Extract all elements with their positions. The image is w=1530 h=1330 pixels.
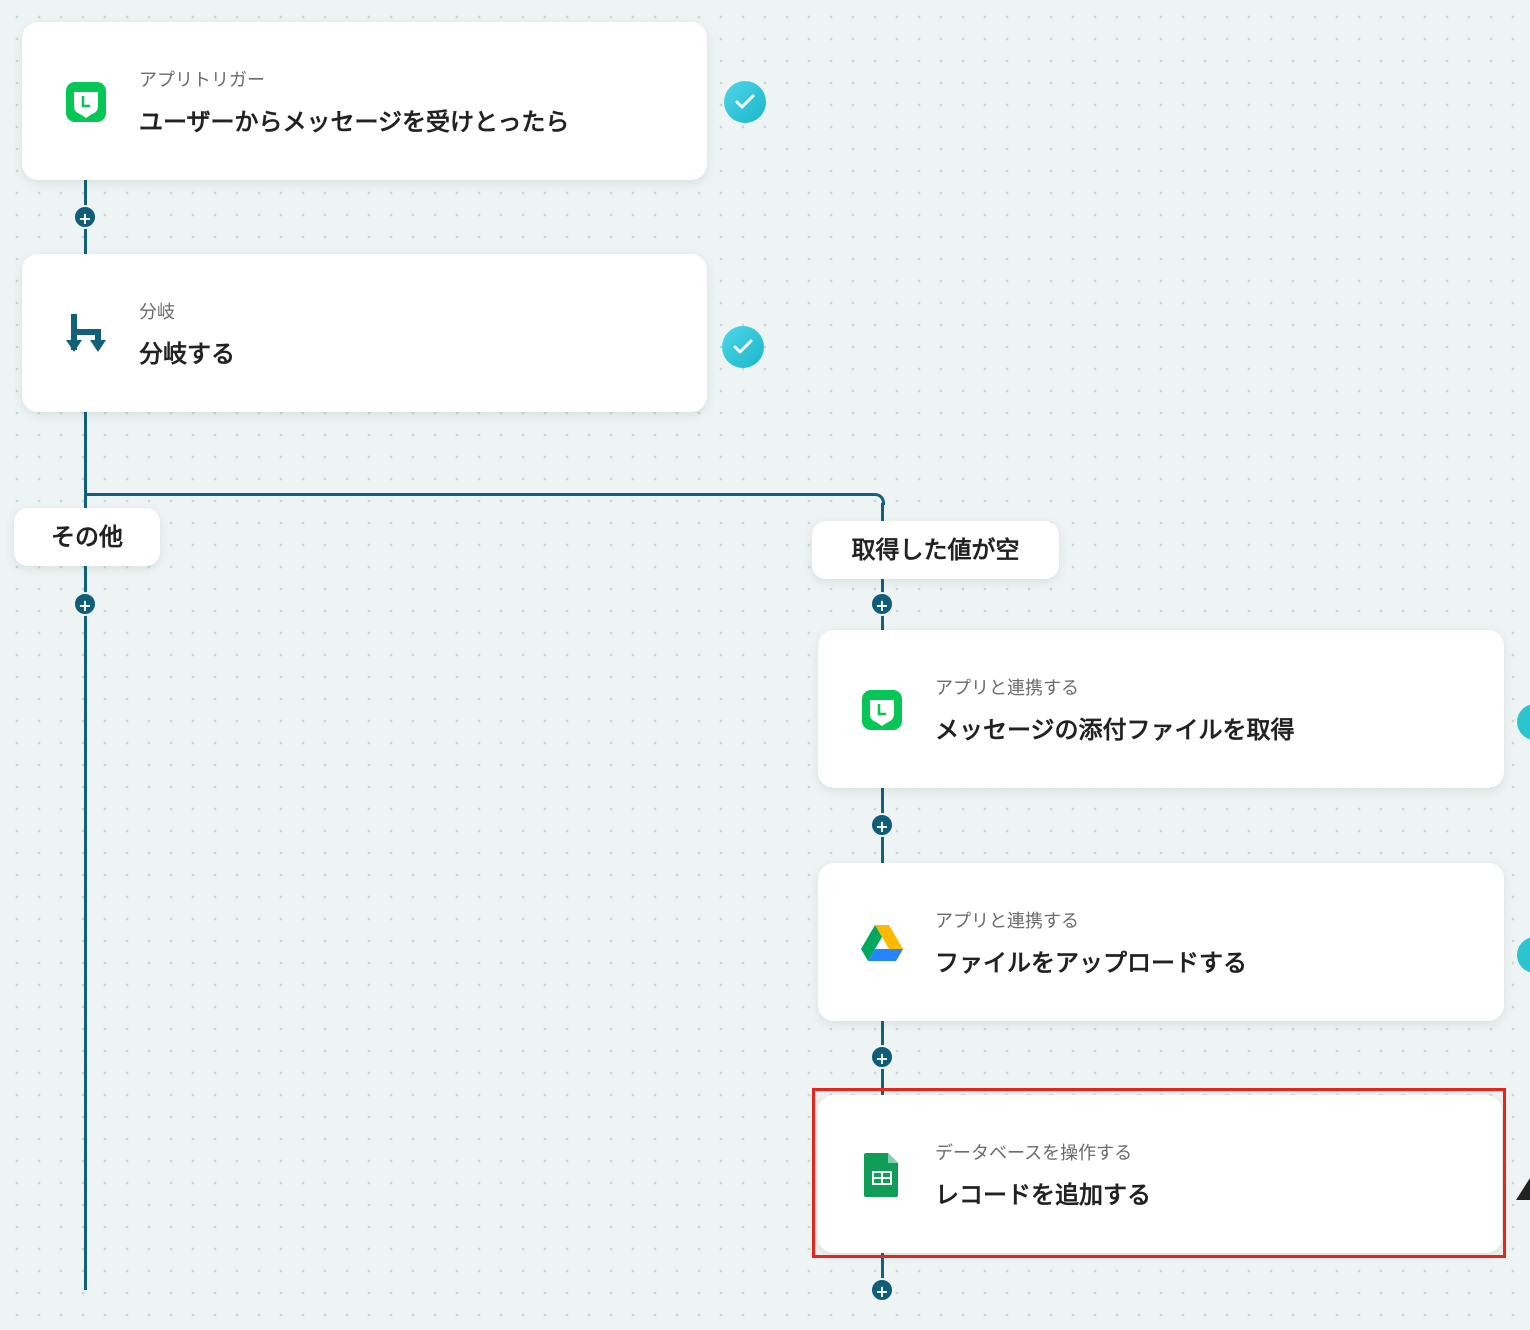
line-app-icon [860,688,904,732]
step-subtitle: アプリと連携する [935,911,1079,932]
add-step-button[interactable]: + [870,813,894,837]
flow-canvas: アプリトリガー ユーザーからメッセージを受けとったら + 分岐 分岐する その他… [0,0,1530,1330]
step-title: メッセージの添付ファイルを取得 [935,716,1295,744]
step-card-get-attachment[interactable]: アプリと連携する メッセージの添付ファイルを取得 [818,630,1504,788]
step-card-branch[interactable]: 分岐 分岐する [22,254,707,412]
step-title: 分岐する [139,340,235,368]
step-subtitle: 分岐 [139,302,175,323]
branch-label-other[interactable]: その他 [14,508,160,566]
completed-check-icon [722,326,764,368]
warning-icon [1516,1178,1530,1200]
connector-line [84,493,873,496]
step-subtitle: アプリトリガー [139,70,265,91]
branch-label-empty-value[interactable]: 取得した値が空 [812,521,1059,579]
step-title: ファイルをアップロードする [935,949,1247,977]
step-card-upload-file[interactable]: アプリと連携する ファイルをアップロードする [818,863,1504,1021]
add-step-button[interactable]: + [870,1278,894,1302]
add-step-button[interactable]: + [870,1045,894,1069]
google-drive-icon [860,921,904,965]
completed-check-icon [724,81,766,123]
branch-icon [64,312,108,356]
add-step-button[interactable]: + [73,205,97,229]
step-title: ユーザーからメッセージを受けとったら [139,108,570,136]
highlight-frame [812,1088,1506,1258]
line-app-icon [64,80,108,124]
add-step-button[interactable]: + [870,592,894,616]
add-step-button[interactable]: + [73,592,97,616]
step-subtitle: アプリと連携する [935,678,1079,699]
step-card-trigger[interactable]: アプリトリガー ユーザーからメッセージを受けとったら [22,22,707,180]
status-indicator [1517,937,1530,973]
status-indicator [1517,704,1530,740]
